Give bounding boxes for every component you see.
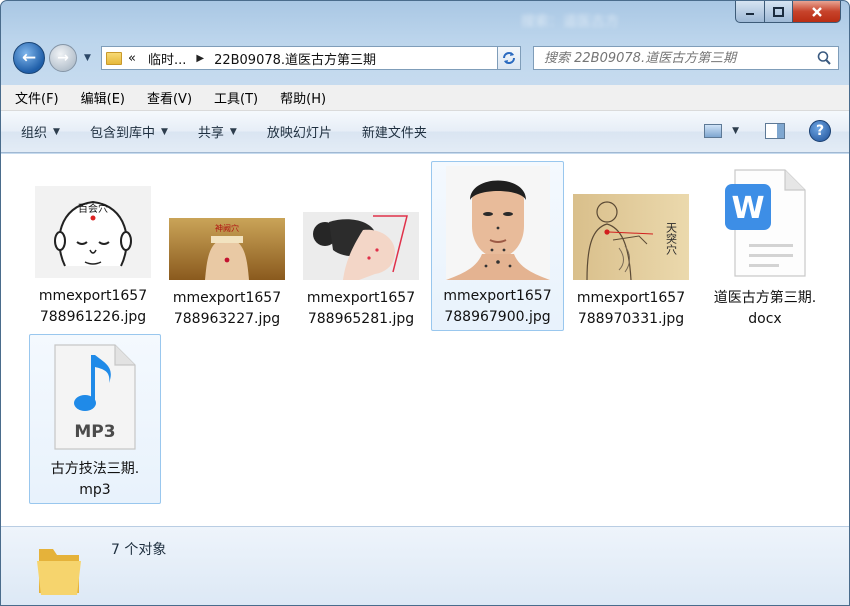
slideshow-button[interactable]: 放映幻灯片 [267,122,332,141]
file-name-line2: 788963227.jpg [173,311,281,327]
file-thumbnail [445,166,550,280]
file-name-line2: mp3 [79,482,111,498]
recent-pages-dropdown[interactable]: ▼ [84,53,91,63]
share-label: 共享 [197,126,224,141]
file-name-line1: mmexport1657 [576,290,686,306]
change-view-icon[interactable] [704,124,723,138]
share-button[interactable]: 共享 ▼ [198,122,237,141]
file-thumbnail: 天突穴 [573,194,689,281]
chevron-down-icon: ▼ [229,126,237,137]
include-in-library-button[interactable]: 包含到库中 ▼ [90,122,168,141]
include-in-library-label: 包含到库中 [89,126,155,141]
folder-icon [106,51,122,65]
file-name-line2: 788970331.jpg [577,311,685,327]
chevron-down-icon: ▼ [53,126,60,137]
folder-icon [37,549,81,595]
file-item[interactable]: mmexport1657 788965281.jpg [295,166,427,336]
menu-help[interactable]: 帮助(H) [280,88,326,107]
back-button[interactable]: ← [13,42,45,74]
slideshow-label: 放映幻灯片 [266,126,332,141]
menu-edit[interactable]: 编辑(E) [81,88,125,107]
thumbnail-caption: 百会穴 [78,202,108,215]
search-input[interactable] [544,50,814,66]
forward-arrow-icon: → [57,50,69,66]
file-item[interactable]: 天突穴 mmexport1657 788970331.jpg [565,166,697,336]
navigation-row: ← → ▼ « 临时... ▶ 22B09078.道医古方第三期 ▼ [1,39,849,79]
file-name-line2: docx [748,311,782,327]
window-title: 搜索：道医古方 [521,14,619,30]
breadcrumb-separator-icon[interactable]: ▶ [192,53,208,64]
file-item-selected[interactable]: mmexport1657 788967900.jpg [431,161,564,331]
file-name-line1: mmexport1657 [172,290,282,306]
file-item[interactable]: 百会穴 mmexport1657 788961226.jpg [27,166,159,336]
caption-buttons [735,1,841,23]
file-thumbnail: 神阙穴 [169,218,285,280]
new-folder-label: 新建文件夹 [361,126,427,141]
mp3-file-icon: MP3 [54,344,136,450]
thumbnail-caption: 神阙穴 [215,223,239,233]
file-name-line2: 788967900.jpg [444,309,551,325]
help-icon[interactable]: ? [809,120,831,142]
view-controls: ▼ ? [704,120,831,142]
breadcrumb-temp[interactable]: 临时... [142,49,192,68]
file-item[interactable]: W 道医古方第三期. docx [699,166,831,336]
preview-pane-icon[interactable] [765,123,785,139]
breadcrumb-overflow[interactable]: « [122,51,142,66]
menu-view[interactable]: 查看(V) [147,88,192,107]
refresh-icon [503,52,515,64]
file-item[interactable]: 神阙穴 mmexport1657 788963227.jpg [161,166,293,336]
search-icon[interactable] [816,50,832,66]
command-bar: 组织 ▼ 包含到库中 ▼ 共享 ▼ 放映幻灯片 新建文件夹 ▼ ? [1,111,849,153]
maximize-button[interactable] [765,1,793,23]
thumbnail-caption: 天突穴 [665,222,678,255]
file-name-line2: 788965281.jpg [307,311,415,327]
organize-button[interactable]: 组织 ▼ [21,122,60,141]
file-name-line1: mmexport1657 [306,290,416,306]
view-dropdown-icon[interactable]: ▼ [732,126,739,136]
chevron-down-icon: ▼ [160,126,168,137]
forward-button[interactable]: → [49,44,77,72]
item-count: 7 个对象 [111,542,167,558]
thumbnail-caption: MP3 [74,422,115,442]
organize-label: 组织 [21,126,48,141]
new-folder-button[interactable]: 新建文件夹 [362,122,427,141]
explorer-window: 搜索：道医古方 ← → ▼ « 临时... ▶ 22B09078.道医古方第三期… [0,0,850,606]
file-thumbnail: 百会穴 [35,186,151,278]
menu-tools[interactable]: 工具(T) [214,88,258,107]
refresh-button[interactable] [497,46,521,70]
breadcrumb-current-folder[interactable]: 22B09078.道医古方第三期 [208,49,382,68]
back-arrow-icon: ← [21,48,37,68]
file-list[interactable]: 百会穴 mmexport1657 788961226.jpg 神阙穴 mmexp… [1,154,849,526]
file-name-line1: 古方技法三期. [50,461,140,477]
menu-file[interactable]: 文件(F) [15,88,59,107]
close-button[interactable] [793,1,841,23]
minimize-button[interactable] [735,1,765,23]
file-thumbnail [303,212,419,280]
file-name-line1: mmexport1657 [38,288,148,304]
minimize-icon [746,12,754,15]
file-name-line1: mmexport1657 [443,288,552,304]
close-icon [811,6,822,17]
file-name-line1: 道医古方第三期. [713,290,817,306]
maximize-icon [773,6,784,17]
search-box[interactable] [533,46,839,70]
word-document-icon: W [725,169,806,277]
thumbnail-caption: W [731,191,764,226]
title-bar: 搜索：道医古方 [1,1,849,35]
details-pane: 7 个对象 [1,526,849,605]
file-item-selected[interactable]: MP3 古方技法三期. mp3 [29,334,161,504]
file-name-line2: 788961226.jpg [39,309,147,325]
address-bar[interactable]: « 临时... ▶ 22B09078.道医古方第三期 ▼ [101,46,521,70]
menu-bar: 文件(F) 编辑(E) 查看(V) 工具(T) 帮助(H) [1,85,849,111]
